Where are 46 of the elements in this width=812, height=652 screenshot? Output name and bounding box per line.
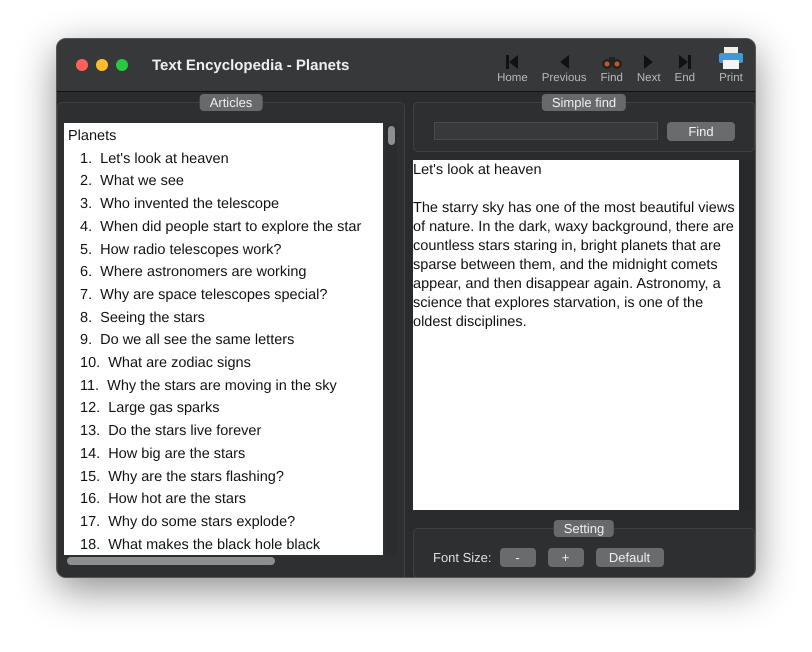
article-item[interactable]: 14. How big are the stars <box>68 442 383 466</box>
triangle-right-icon <box>644 54 654 68</box>
font-size-button[interactable]: + <box>548 548 584 566</box>
triangle-left-icon <box>560 54 569 68</box>
article-heading: Let's look at heaven <box>413 161 543 180</box>
article-item[interactable]: 6. Where astronomers are working <box>68 261 383 284</box>
search-field[interactable] <box>434 122 658 140</box>
toolbar-button[interactable]: Home <box>497 46 528 84</box>
article-item[interactable]: 18. What makes the black hole black <box>68 534 383 555</box>
find-button[interactable]: Find <box>667 122 735 140</box>
article-item[interactable]: 1. Let's look at heaven <box>68 148 383 170</box>
font-size-label: Font Size: <box>433 550 492 564</box>
article-body: The starry sky has one of the most beautiful views of nature. In the dark, waxy background, there are countless stars staring in, bright planets that are sparse between them, and the midnight comets appear, and then disappear again. Astronomy, a science that explores starvation, is one of the oldest disciplines. <box>413 199 736 332</box>
article-item[interactable]: 16. How hot are the stars <box>68 488 383 511</box>
close-button[interactable] <box>76 59 88 71</box>
article-item[interactable]: 13. Do the stars live forever <box>68 420 383 443</box>
skip-back-icon <box>506 54 518 68</box>
article-item[interactable]: 2. What we see <box>68 170 383 194</box>
panel-legend: Simple find <box>542 94 626 111</box>
toolbar-button[interactable]: Previous <box>542 46 586 84</box>
toolbar-button[interactable]: Next <box>636 46 661 84</box>
article-item[interactable]: 5. How radio telescopes work? <box>68 238 383 262</box>
article-item[interactable]: 11. Why the stars are moving in the sky <box>68 374 383 398</box>
article-item[interactable]: 8. Seeing the stars <box>68 306 383 330</box>
article-item[interactable]: 4. When did people start to explore the star <box>68 216 383 239</box>
panel-legend: Setting <box>554 520 614 537</box>
toolbar-button[interactable]: Find <box>600 46 623 84</box>
font-size-button[interactable]: - <box>500 548 536 566</box>
panel-legend: Articles <box>200 94 262 111</box>
printer-icon <box>719 46 743 68</box>
article-item[interactable]: 12. Large gas sparks <box>68 397 383 420</box>
article-item[interactable]: 15. Why are the stars flashing? <box>68 466 383 488</box>
toolbar-button[interactable]: Print <box>719 46 743 84</box>
article-item[interactable]: 9. Do we all see the same letters <box>68 329 383 352</box>
article-item[interactable]: 17. Why do some stars explode? <box>68 510 383 534</box>
window-title: Text Encyclopedia - Planets <box>152 56 350 74</box>
minimize-button[interactable] <box>96 59 108 71</box>
tree-root[interactable]: Planets <box>68 125 383 148</box>
binoculars-icon <box>602 54 622 68</box>
toolbar-button[interactable]: End <box>674 46 695 84</box>
skip-forward-icon <box>678 54 691 68</box>
zoom-button[interactable] <box>116 59 128 71</box>
article-item[interactable]: 7. Why are space telescopes special? <box>68 284 383 307</box>
article-item[interactable]: 10. What are zodiac signs <box>68 352 383 375</box>
font-size-button[interactable]: Default <box>596 548 664 566</box>
article-item[interactable]: 3. Who invented the telescope <box>68 193 383 216</box>
